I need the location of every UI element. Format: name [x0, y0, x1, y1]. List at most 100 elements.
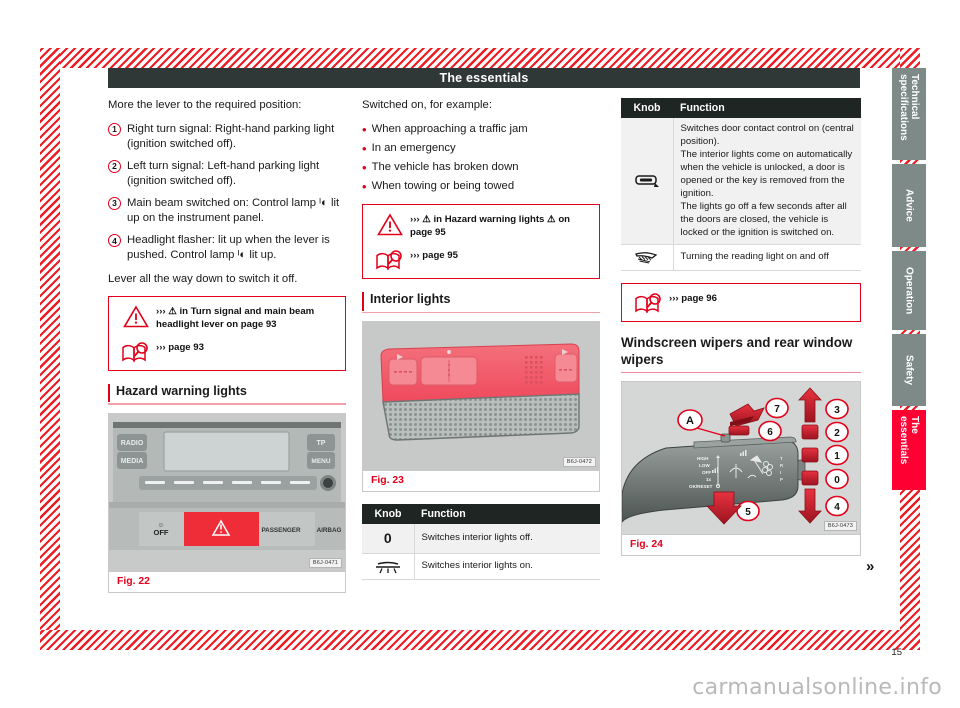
table-row: Switches interior lights on.: [362, 553, 600, 580]
figure-23-image: B6J-0472: [363, 322, 599, 471]
svg-text:1x: 1x: [706, 477, 712, 482]
watermark: carmanualsonline.info: [692, 675, 942, 700]
sidebar-item-safety[interactable]: Safety: [892, 334, 926, 406]
page-number: 15: [891, 647, 902, 658]
function-text: Switches interior lights off.: [414, 524, 600, 555]
svg-text:P: P: [780, 477, 783, 482]
warning-reference-text: ››› ⚠ in Hazard warning lights ⚠ on page…: [410, 214, 571, 238]
table-header-row: Knob Function: [362, 504, 600, 525]
section-heading-hazard: Hazard warning lights: [108, 384, 346, 405]
sidebar-item-technical-specifications[interactable]: Technical specifications: [892, 68, 926, 160]
reference-box: ››› page 96: [621, 283, 861, 323]
bullet-icon: •: [362, 141, 367, 157]
sidebar-item-label: Technical specifications: [898, 74, 920, 141]
function-text: Turning the reading light on and off: [673, 244, 861, 272]
table-header-function: Function: [673, 98, 861, 118]
svg-text:2: 2: [834, 428, 840, 439]
section-heading-wipers: Windscreen wipers and rear window wipers: [621, 335, 861, 374]
list-item: • The vehicle has broken down: [362, 160, 600, 175]
svg-text:A: A: [686, 415, 694, 427]
bullet-list: • When approaching a traffic jam • In an…: [362, 122, 600, 194]
figure-22-image: RADIO MEDIA TP MENU ☺ OFF PASSENGER AIRB…: [109, 413, 345, 571]
warning-triangle-icon: [116, 304, 156, 328]
bullet-icon: •: [362, 179, 367, 195]
table-header-row: Knob Function: [621, 98, 861, 118]
sidebar-item-label: The essentials: [898, 416, 920, 465]
svg-text:3: 3: [834, 405, 840, 416]
svg-text:TP: TP: [317, 440, 326, 447]
svg-text:HIGH: HIGH: [697, 456, 709, 461]
book-search-icon: [370, 248, 410, 271]
svg-text:6: 6: [767, 427, 773, 438]
list-item: 1 Right turn signal: Right-hand parking …: [108, 122, 346, 152]
svg-text:PASSENGER: PASSENGER: [261, 527, 301, 534]
svg-text:4: 4: [834, 502, 840, 513]
table-header-function: Function: [414, 504, 600, 525]
figure-24: HIGH LOW OFF 1x OK/RESET T R I P A 7 6 5…: [621, 381, 861, 557]
table-row: 0 Switches interior lights off.: [362, 524, 600, 555]
table-header-knob: Knob: [362, 504, 414, 525]
step-text: Headlight flasher: lit up when the lever…: [127, 234, 330, 262]
svg-text:0: 0: [834, 475, 840, 486]
sidebar-item-label: Operation: [903, 266, 915, 315]
page-reference-text: ››› page 93: [156, 342, 204, 354]
page-reference-row[interactable]: ››› page 95: [370, 248, 591, 271]
list-item: • When approaching a traffic jam: [362, 122, 600, 137]
warning-reference-text: ››› ⚠ in Turn signal and main beam headl…: [156, 305, 315, 330]
svg-text:MEDIA: MEDIA: [121, 458, 144, 465]
interior-light-on-icon: [362, 553, 415, 580]
figure-24-caption: Fig. 24: [622, 534, 860, 556]
column-middle: Switched on, for example: • When approac…: [362, 98, 600, 592]
step-text: Left turn signal: Left-hand parking ligh…: [127, 159, 320, 187]
sidebar-item-operation[interactable]: Operation: [892, 251, 926, 330]
intro-paragraph: More the lever to the required position:: [108, 99, 302, 111]
side-tab-navigation: Technical specifications Advice Operatio…: [892, 68, 926, 494]
sidebar-item-label: Advice: [903, 189, 915, 222]
continuation-marker: »: [866, 558, 874, 575]
svg-text:I: I: [780, 470, 781, 475]
intro-paragraph: Switched on, for example:: [362, 99, 492, 111]
list-item: 4 Headlight flasher: lit up when the lev…: [108, 233, 346, 263]
svg-text:MENU: MENU: [311, 458, 330, 465]
manual-page: The essentials More the lever to the req…: [0, 0, 960, 708]
bullet-icon: •: [362, 121, 367, 137]
svg-text:RADIO: RADIO: [121, 440, 144, 447]
section-heading-label: Interior lights: [362, 292, 600, 311]
step-number-badge: 2: [108, 159, 121, 173]
figure-24-image: HIGH LOW OFF 1x OK/RESET T R I P A 7 6 5…: [622, 382, 860, 535]
numbered-steps-list: 1 Right turn signal: Right-hand parking …: [108, 122, 346, 263]
figure-22-caption: Fig. 22: [109, 570, 345, 592]
hatch-border-bottom: [40, 630, 920, 650]
step-number-badge: 4: [108, 234, 121, 247]
bullet-text: The vehicle has broken down: [371, 161, 519, 174]
svg-text:AIRBAG: AIRBAG: [317, 527, 342, 534]
column-left: More the lever to the required position:…: [108, 98, 346, 605]
sidebar-item-the-essentials[interactable]: The essentials: [892, 410, 926, 490]
section-heading-rule: [362, 311, 600, 314]
book-search-icon: [629, 291, 669, 314]
function-text: Switches door contact control on (centra…: [673, 118, 861, 246]
figure-24-code: B6J-0473: [823, 521, 857, 532]
section-heading-rule: [621, 371, 861, 374]
function-text-body: Switches door contact control on (centra…: [680, 123, 854, 238]
reading-light-icon: [621, 244, 674, 272]
svg-text:7: 7: [774, 404, 780, 415]
section-heading-label: Hazard warning lights: [108, 384, 346, 403]
column-right: Knob Function Switches door contact cont…: [621, 98, 861, 568]
page-reference-row[interactable]: ››› page 96: [629, 291, 852, 314]
warning-reference-row: ››› ⚠ in Turn signal and main beam headl…: [116, 304, 337, 331]
hatch-border-top: [40, 48, 920, 68]
svg-text:T: T: [780, 456, 783, 461]
sidebar-item-advice[interactable]: Advice: [892, 164, 926, 247]
svg-text:5: 5: [745, 507, 751, 518]
step-text: Right turn signal: Right-hand parking li…: [127, 122, 335, 150]
page-reference-row[interactable]: ››› page 93: [116, 340, 337, 363]
list-item: • When towing or being towed: [362, 179, 600, 194]
figure-22-code: B6J-0471: [308, 557, 342, 568]
bullet-icon: •: [362, 160, 367, 176]
door-contact-icon: [621, 118, 674, 246]
interior-lights-table: Knob Function 0 Switches interior lights…: [362, 504, 600, 580]
figure-22: RADIO MEDIA TP MENU ☺ OFF PASSENGER AIRB…: [108, 412, 346, 593]
svg-text:LOW: LOW: [699, 463, 710, 468]
table-row: Turning the reading light on and off: [621, 244, 861, 272]
